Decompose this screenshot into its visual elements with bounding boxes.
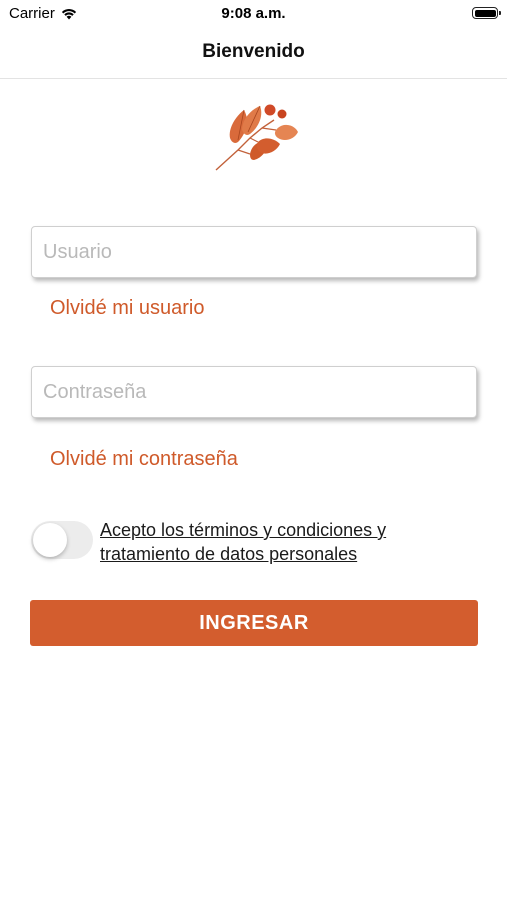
username-input[interactable] [32, 227, 476, 277]
status-time: 9:08 a.m. [221, 5, 286, 22]
terms-line-2: tratamiento de datos personales [100, 544, 358, 564]
login-screen: Carrier 9:08 a.m. Bienvenido Usuario Olv… [0, 0, 507, 900]
leaf-branch-logo [215, 104, 298, 171]
status-bar: Carrier 9:08 a.m. [0, 0, 507, 30]
login-button[interactable]: INGRESAR [30, 600, 478, 646]
password-input[interactable] [32, 367, 476, 417]
terms-link[interactable]: Acepto los términos y condiciones y trat… [100, 518, 430, 566]
username-field[interactable] [31, 226, 477, 278]
terms-toggle[interactable] [31, 521, 93, 559]
battery-icon [472, 7, 501, 19]
forgot-username-link[interactable]: Olvidé mi usuario [50, 297, 205, 320]
page-title: Bienvenido [202, 41, 305, 62]
password-field[interactable] [31, 366, 477, 418]
terms-line-1: Acepto los términos y condiciones y [100, 520, 387, 540]
nav-bar: Bienvenido [0, 30, 507, 79]
toggle-knob [33, 523, 67, 557]
battery-fill [474, 9, 496, 17]
forgot-password-link[interactable]: Olvidé mi contraseña [50, 448, 238, 471]
